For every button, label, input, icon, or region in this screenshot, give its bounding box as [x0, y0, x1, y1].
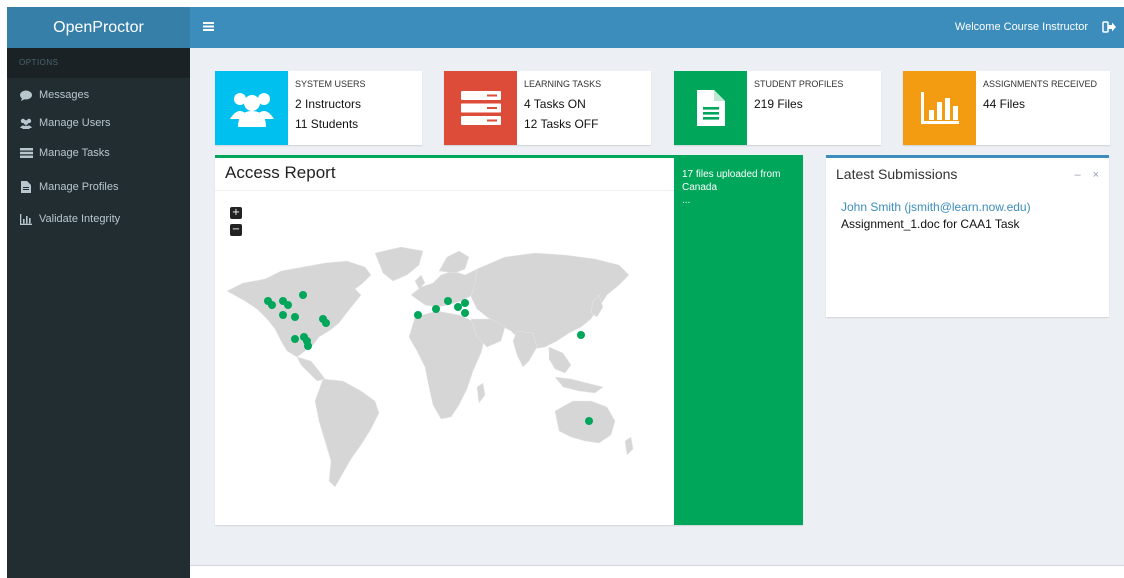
sidebar-item-label: Manage Profiles: [39, 181, 119, 193]
access-marker[interactable]: [291, 313, 299, 321]
close-icon[interactable]: ×: [1093, 169, 1099, 181]
bar-chart-icon: [19, 213, 33, 225]
access-marker[interactable]: [585, 417, 593, 425]
access-detail-text: 17 files uploaded from Canada: [682, 169, 781, 193]
server-icon: [444, 71, 517, 145]
sidebar-item-manage-users[interactable]: Manage Users: [7, 110, 190, 136]
zoom-out-button[interactable]: −: [230, 224, 242, 236]
access-report-panel: Access Report –× + −: [215, 155, 803, 525]
box-value: 11 Students: [295, 117, 359, 131]
sidebar-item-label: Manage Users: [39, 117, 111, 129]
access-marker[interactable]: [432, 305, 440, 313]
top-navbar: OpenProctor Welcome Course Instructor: [7, 7, 1124, 48]
access-marker[interactable]: [414, 311, 422, 319]
sidebar-item-manage-tasks[interactable]: Manage Tasks: [7, 140, 190, 166]
app-frame: OpenProctor Welcome Course Instructor OP…: [7, 7, 1124, 578]
access-marker[interactable]: [291, 335, 299, 343]
access-marker[interactable]: [461, 299, 469, 307]
box-value: 4 Tasks ON: [524, 97, 586, 111]
sign-out-icon[interactable]: [1102, 20, 1116, 34]
sidebar-header: OPTIONS: [7, 48, 190, 78]
box-value: 12 Tasks OFF: [524, 117, 599, 131]
box-title: SYSTEM USERS: [295, 79, 366, 89]
zoom-in-button[interactable]: +: [230, 207, 242, 219]
file-icon: [19, 181, 33, 193]
box-title: ASSIGNMENTS RECEIVED: [983, 79, 1098, 89]
sidebar-item-manage-profiles[interactable]: Manage Profiles: [7, 174, 190, 200]
info-box-student-profiles: STUDENT PROFILES 219 Files: [674, 71, 881, 145]
info-box-system-users: SYSTEM USERS 2 Instructors 11 Students: [215, 71, 422, 145]
tasks-icon: [19, 147, 33, 159]
collapse-icon[interactable]: –: [1074, 169, 1080, 181]
access-marker[interactable]: [284, 301, 292, 309]
panel-title: Latest Submissions: [836, 166, 958, 182]
world-map-svg: [226, 246, 634, 488]
panel-tools: –×: [1074, 169, 1099, 181]
footer: [190, 565, 1124, 578]
sidebar-item-validate-integrity[interactable]: Validate Integrity: [7, 206, 190, 232]
users-icon: [19, 117, 33, 129]
access-marker[interactable]: [279, 311, 287, 319]
box-title: STUDENT PROFILES: [754, 79, 844, 89]
file-text-icon: [674, 71, 747, 145]
comment-icon: [19, 89, 33, 101]
box-value: 44 Files: [983, 97, 1026, 111]
access-marker[interactable]: [299, 291, 307, 299]
access-marker[interactable]: [461, 309, 469, 317]
access-detail-panel: 17 files uploaded from Canada ...: [674, 158, 803, 525]
world-map[interactable]: + −: [215, 191, 674, 525]
panel-title: Access Report: [225, 163, 336, 182]
hamburger-icon[interactable]: [203, 7, 214, 48]
bar-chart-icon: [903, 71, 976, 145]
box-title: LEARNING TASKS: [524, 79, 602, 89]
access-marker[interactable]: [444, 297, 452, 305]
sidebar-item-label: Manage Tasks: [39, 147, 110, 159]
submission-file: Assignment_1.doc for CAA1 Task: [841, 217, 1020, 231]
latest-submissions-panel: Latest Submissions – × John Smith (jsmith…: [826, 155, 1109, 317]
app-logo[interactable]: OpenProctor: [7, 7, 190, 48]
box-value: 219 Files: [754, 97, 803, 111]
access-detail-more: ...: [682, 195, 691, 206]
users-icon: [215, 71, 288, 145]
info-box-assignments-received: ASSIGNMENTS RECEIVED 44 Files: [903, 71, 1110, 145]
access-marker[interactable]: [454, 303, 462, 311]
box-value: 2 Instructors: [295, 97, 362, 111]
sidebar: OPTIONS Messages Manage Users Manage Tas…: [7, 48, 190, 578]
access-marker[interactable]: [322, 319, 330, 327]
sidebar-item-label: Validate Integrity: [39, 213, 121, 225]
sidebar-item-messages[interactable]: Messages: [7, 82, 190, 108]
sidebar-item-label: Messages: [39, 89, 90, 101]
access-marker[interactable]: [268, 301, 276, 309]
info-box-learning-tasks: LEARNING TASKS 4 Tasks ON 12 Tasks OFF: [444, 71, 651, 145]
access-marker[interactable]: [304, 342, 312, 350]
welcome-text: Welcome Course Instructor: [954, 21, 1088, 33]
access-marker[interactable]: [577, 331, 585, 339]
submission-user-link[interactable]: John Smith (jsmith@learn.now.edu): [841, 200, 1031, 214]
